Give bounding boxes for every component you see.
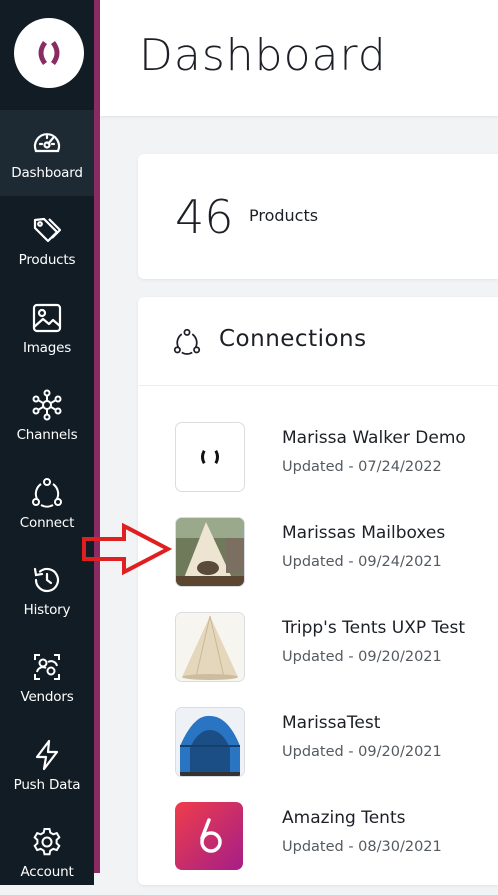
lightning-icon xyxy=(35,739,59,771)
brand-logo-icon xyxy=(38,41,60,65)
connection-thumbnail xyxy=(175,802,243,870)
page-title: Dashboard xyxy=(139,30,387,81)
connection-item[interactable]: MarissaTest Updated - 09/20/2021 xyxy=(138,670,498,777)
connections-card: Connections Marissa Walker Demo Updated … xyxy=(138,297,498,885)
connect-cycle-icon xyxy=(32,478,62,508)
connection-item[interactable]: Amazing Tents Updated - 08/30/2021 xyxy=(138,765,498,870)
connection-name: Amazing Tents xyxy=(282,808,406,828)
connection-updated: Updated - 09/24/2021 xyxy=(282,554,442,570)
vendors-icon xyxy=(34,654,60,680)
sidebar-item-label: Products xyxy=(18,252,76,268)
connection-updated: Updated - 09/20/2021 xyxy=(282,649,442,665)
connection-updated: Updated - 08/30/2021 xyxy=(282,839,442,855)
connection-item[interactable]: Marissa Walker Demo Updated - 07/24/2022 xyxy=(138,385,498,492)
sidebar-item-label: Channels xyxy=(16,427,78,443)
products-count: 46 xyxy=(175,190,234,244)
brand-logo[interactable] xyxy=(14,18,84,88)
connection-name: Marissas Mailboxes xyxy=(282,523,446,543)
tags-icon xyxy=(33,217,62,243)
network-icon xyxy=(32,389,62,421)
sidebar-item-label: Push Data xyxy=(13,777,81,793)
connect-cycle-icon xyxy=(173,328,201,355)
sidebar-item-channels[interactable]: Channels xyxy=(0,372,94,458)
sidebar-item-label: Vendors xyxy=(20,689,74,705)
connection-item[interactable]: Marissas Mailboxes Updated - 09/24/2021 xyxy=(138,480,498,587)
image-icon xyxy=(32,303,62,333)
app-logo-icon xyxy=(175,802,243,870)
connections-title: Connections xyxy=(219,326,367,352)
connection-updated: Updated - 09/20/2021 xyxy=(282,744,442,760)
history-icon xyxy=(33,567,60,593)
main-content: Dashboard 46 Products Connections Mariss… xyxy=(100,0,498,885)
sidebar-item-account[interactable]: Account xyxy=(0,809,94,895)
connection-name: Tripp's Tents UXP Test xyxy=(282,618,465,638)
sidebar: Dashboard Products Images Channels Conne… xyxy=(0,0,94,885)
pointer-arrow-icon xyxy=(82,522,172,576)
products-count-card[interactable]: 46 Products xyxy=(138,154,498,279)
gauge-icon xyxy=(33,133,61,153)
sidebar-item-label: Images xyxy=(22,340,72,356)
sidebar-item-label: Dashboard xyxy=(11,165,83,181)
connections-header: Connections xyxy=(138,297,498,386)
products-count-label: Products xyxy=(249,206,319,225)
sidebar-item-dashboard[interactable]: Dashboard xyxy=(0,110,94,196)
gear-icon xyxy=(33,828,61,856)
sidebar-item-label: Account xyxy=(20,864,74,880)
page-header: Dashboard xyxy=(100,0,498,116)
sidebar-item-push-data[interactable]: Push Data xyxy=(0,722,94,808)
connection-name: Marissa Walker Demo xyxy=(282,428,466,448)
connection-name: MarissaTest xyxy=(282,713,381,733)
sidebar-item-label: History xyxy=(23,602,71,618)
connection-item[interactable]: Tripp's Tents UXP Test Updated - 09/20/2… xyxy=(138,575,498,682)
connection-updated: Updated - 07/24/2022 xyxy=(282,459,442,475)
sidebar-item-products[interactable]: Products xyxy=(0,197,94,283)
sidebar-item-images[interactable]: Images xyxy=(0,285,94,371)
sidebar-item-vendors[interactable]: Vendors xyxy=(0,634,94,720)
